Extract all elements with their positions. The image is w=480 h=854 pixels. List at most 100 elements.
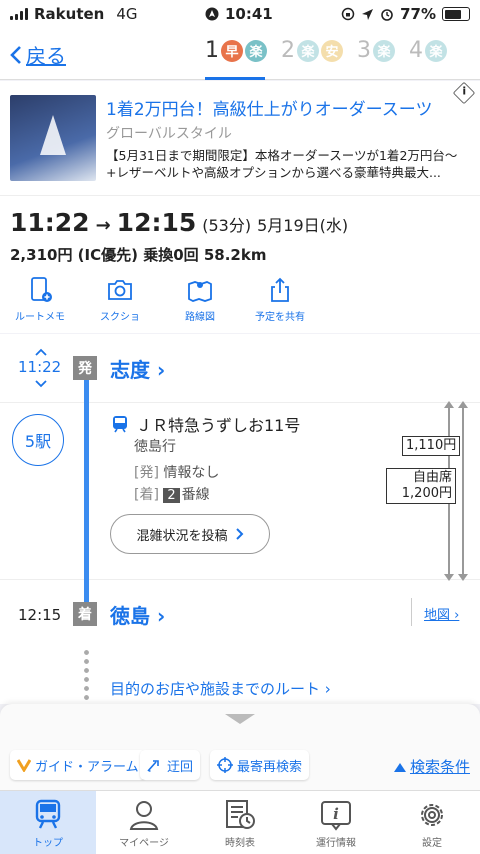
alarm-icon <box>381 9 393 21</box>
chevron-right-icon <box>235 528 243 540</box>
svg-text:i: i <box>333 805 339 823</box>
fare-line: 2,310円 (IC優先) 乗換0回 58.2km <box>10 246 267 264</box>
tab-settings[interactable]: 設定 <box>384 791 480 854</box>
seat-fare-value: 1,200円 <box>401 486 452 501</box>
tab-service-info-label: 運行情報 <box>316 837 356 849</box>
share-plan-button[interactable]: 予定を共有 <box>240 276 320 323</box>
seat-fare: 自由席 1,200円 <box>386 468 456 504</box>
depart-station-time[interactable]: 11:22 <box>18 358 61 376</box>
route-tab-3[interactable]: 3楽 <box>357 38 395 63</box>
memo-icon <box>31 277 52 302</box>
screenshot-label: スクショ <box>100 312 140 323</box>
date: 5月19日(水) <box>257 216 349 235</box>
dep-label: [発] <box>134 465 159 481</box>
tab-service-info[interactable]: i 運行情報 <box>288 791 384 854</box>
selected-route-indicator <box>205 77 265 80</box>
share-icon <box>271 277 289 302</box>
depart-tag: 発 <box>73 356 97 380</box>
ad-banner[interactable]: 1着2万円台！高級仕上がりオーダースーツ グローバルスタイル 【5月31日まで期… <box>0 81 480 195</box>
carrier-group: Rakuten 4G <box>10 5 138 23</box>
route-tab-4[interactable]: 4楽 <box>409 38 447 63</box>
train-line[interactable]: ＪＲ特急うずしお11号 <box>110 412 300 436</box>
ad-body: 【5月31日まで期間限定】本格オーダースーツが1着2万円台〜+レザーベルトや高級… <box>106 148 458 180</box>
platform-suffix: 番線 <box>181 487 210 503</box>
route-tab-1[interactable]: 1早楽 <box>205 38 267 63</box>
camera-icon <box>108 280 132 300</box>
destination-route-link[interactable]: 目的のお店や施設までのルート › <box>110 678 331 699</box>
route-badge-safe: 安 <box>321 39 343 62</box>
guide-check-icon <box>17 759 31 772</box>
route-badge-fast: 早 <box>221 39 243 62</box>
status-right: 77% <box>341 5 470 23</box>
location-circle-icon <box>205 7 219 21</box>
arrow: → <box>95 215 111 236</box>
guide-alarm-button[interactable]: ガイド・アラーム <box>10 750 146 780</box>
stop-count-button[interactable]: 5駅 <box>12 414 64 466</box>
route-memo-button[interactable]: ルートメモ <box>0 276 80 323</box>
search-conditions-link[interactable]: 検索条件 <box>393 756 470 777</box>
depart-station-link[interactable]: 志度 › <box>110 354 165 383</box>
share-plan-label: 予定を共有 <box>255 312 305 323</box>
crosshair-icon <box>217 757 233 773</box>
panel-handle-icon[interactable] <box>225 714 255 724</box>
arrive-station-time: 12:15 <box>18 606 62 624</box>
tab-mypage[interactable]: マイページ <box>96 791 192 854</box>
seat-type: 自由席 <box>412 470 452 485</box>
arrival-info: [着] 2 番線 <box>134 484 210 504</box>
detour-label: 迂回 <box>167 759 194 775</box>
train-name: ＪＲ特急うずしお11号 <box>136 416 301 435</box>
post-congestion-button[interactable]: 混雑状況を投稿 <box>110 514 270 554</box>
bottom-panel: ガイド・アラーム 迂回 最寄再検索 検索条件 <box>0 704 480 790</box>
nearest-research-button[interactable]: 最寄再検索 <box>210 750 310 780</box>
route-number: 3 <box>357 38 371 63</box>
nearest-research-label: 最寄再検索 <box>237 759 303 775</box>
duration: (53分) <box>202 216 252 235</box>
ad-image <box>10 95 96 181</box>
route-number: 1 <box>205 38 219 63</box>
chevron-left-icon <box>10 45 21 64</box>
arrive-tag: 着 <box>73 602 97 626</box>
status-bar: Rakuten 4G 10:41 77% <box>0 0 480 28</box>
carrier-name: Rakuten <box>34 5 105 23</box>
route-badge-easy: 楽 <box>425 39 447 62</box>
depart-time: 11:22 <box>10 208 90 237</box>
ad-title[interactable]: 1着2万円台！高級仕上がりオーダースーツ <box>106 95 432 120</box>
route-map-label: 路線図 <box>185 312 215 323</box>
arrive-station-link[interactable]: 徳島 › <box>110 600 165 629</box>
back-label: 戻る <box>26 44 66 68</box>
tab-mypage-label: マイページ <box>119 837 169 849</box>
battery-percent: 77% <box>400 5 436 23</box>
route-summary: 11:22 → 12:15 (53分) 5月19日(水) 2,310円 (IC優… <box>0 195 480 333</box>
detour-button[interactable]: 迂回 <box>140 750 201 780</box>
clock: 10:41 <box>225 5 273 23</box>
route-number: 2 <box>281 38 295 63</box>
tab-timetable[interactable]: 時刻表 <box>192 791 288 854</box>
fare-range-top-icon <box>444 401 468 408</box>
train-icon <box>113 416 127 433</box>
fare-range-bottom-icon <box>444 574 468 581</box>
route-tabs: 1早楽2楽安3楽4楽 <box>205 38 447 63</box>
back-button[interactable]: 戻る <box>10 40 66 69</box>
tab-top-label: トップ <box>33 837 63 849</box>
lock-rotation-icon <box>341 7 355 21</box>
time-range: 11:22 → 12:15 (53分) 5月19日(水) <box>10 208 348 237</box>
tab-bar: トップ マイページ 時刻表 i 運行情報 設定 <box>0 790 480 854</box>
route-detail: 11:22 発 志度 › 5駅 ＪＲ特急うずしお11号 徳島行 [発] 情報なし… <box>0 334 480 718</box>
departure-info: [発] 情報なし <box>134 462 219 482</box>
fare-range-line <box>462 404 464 578</box>
arr-label: [着] <box>134 487 159 503</box>
route-tab-2[interactable]: 2楽安 <box>281 38 343 63</box>
location-arrow-icon <box>362 8 374 20</box>
tab-top[interactable]: トップ <box>0 791 96 854</box>
screenshot-button[interactable]: スクショ <box>80 276 160 323</box>
timetable-icon <box>226 799 255 829</box>
route-map-button[interactable]: 路線図 <box>160 276 240 323</box>
ad-info-icon[interactable]: i <box>452 81 476 105</box>
tab-settings-label: 設定 <box>422 837 442 849</box>
gear-icon <box>421 803 443 826</box>
route-badge-easy: 楽 <box>297 39 319 62</box>
map-link[interactable]: 地図 › <box>424 604 459 623</box>
nav-bar: 戻る 1早楽2楽安3楽4楽 <box>0 28 480 80</box>
clock-group: 10:41 <box>205 5 273 23</box>
arrive-time: 12:15 <box>116 208 197 237</box>
